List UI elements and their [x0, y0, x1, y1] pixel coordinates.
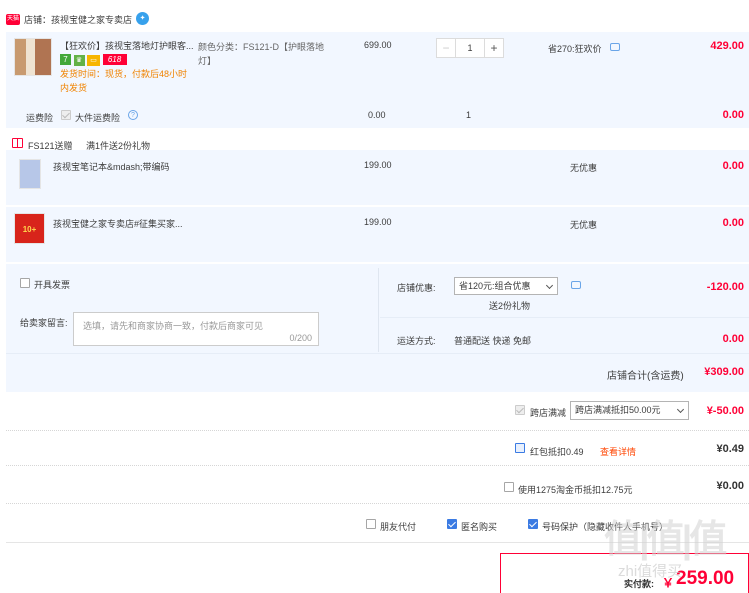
friend-pay-label: 朋友代付 [380, 522, 417, 532]
coins-label: 使用1275淘金币抵扣12.75元 [518, 485, 633, 495]
gift-row [6, 150, 749, 205]
badge-7-icon: 7 [60, 54, 71, 65]
insurance-qty: 1 [466, 110, 472, 120]
qty-minus-button[interactable]: − [436, 38, 456, 58]
shipping-value: 0.00 [722, 333, 744, 345]
pay-value: 259.00 [676, 568, 735, 589]
message-placeholder: 选填，请先和商家协商一致，付款后商家可见 [83, 321, 264, 331]
panel-bottom-divider [6, 353, 749, 354]
red-packet-label: 红包抵扣0.49 [530, 447, 584, 457]
gift-thumbnail-redpacket[interactable]: 10+ [14, 213, 45, 244]
gift-price: 199.00 [364, 160, 392, 170]
privacy-checkbox[interactable] [528, 519, 538, 529]
badge-618-icon: 618 [102, 54, 127, 65]
divider [6, 465, 749, 466]
divider [6, 503, 749, 504]
shipping-method: 普通配送 快递 免邮 [454, 336, 532, 346]
shop-total-label: 店铺合计(含运费) [607, 371, 684, 382]
gift-thumbnail-notebook[interactable] [19, 159, 41, 189]
shop-tag: 天猫 [6, 14, 20, 25]
insurance-checkbox[interactable] [61, 110, 71, 120]
insurance-option: 大件运费险 [75, 113, 121, 123]
saving-text: 省270:狂欢价 [548, 44, 602, 54]
shop-discount-value: -120.00 [706, 281, 744, 293]
qty-plus-button[interactable]: + [484, 38, 504, 58]
shop-discount-note: 送2份礼物 [489, 301, 531, 311]
message-count: 0/200 [289, 333, 312, 343]
insurance-label: 运费险 [26, 113, 54, 123]
cross-store-label: 跨店满减 [530, 408, 567, 418]
saving-chat-icon[interactable] [610, 43, 620, 51]
badge-crown-icon: ♛ [73, 55, 85, 66]
coins-checkbox[interactable] [504, 482, 514, 492]
gift-total: 0.00 [722, 217, 744, 229]
wangwang-chat-icon[interactable]: ✦ [136, 12, 149, 25]
shop-discount-label: 店铺优惠: [397, 283, 436, 293]
panel-divider [378, 268, 379, 352]
product-title-link[interactable]: 【狂欢价】孩视宝落地灯护眼客... [60, 40, 198, 52]
badge-card-icon: ▭ [87, 55, 101, 66]
ship-time-line1: 发货时间：现货，付款后48小时 [60, 69, 188, 79]
coins-value: ¥0.00 [716, 480, 744, 492]
cross-store-selected: 跨店满减抵扣50.00元 [575, 405, 661, 415]
promo-badges: 7 ♛ ▭ 618 [60, 54, 127, 66]
invoice-label: 开具发票 [34, 280, 71, 290]
shop-total-value: ¥309.00 [704, 366, 744, 378]
qty-input[interactable]: 1 [456, 38, 484, 58]
gift-price: 199.00 [364, 217, 392, 227]
discount-chat-icon[interactable] [571, 281, 581, 289]
shop-name-link[interactable]: 店铺：孩视宝健之家专卖店 [24, 14, 132, 26]
insurance-price: 0.00 [368, 110, 386, 120]
anonymous-label: 匿名购买 [461, 522, 498, 532]
item-total: 429.00 [710, 40, 744, 52]
gift-discount: 无优惠 [570, 220, 598, 230]
insurance-total: 0.00 [722, 109, 744, 121]
help-icon[interactable]: ? [128, 110, 138, 120]
gift-title-link[interactable]: 孩视宝健之家专卖店#征集买家... [53, 217, 183, 230]
chevron-down-icon [545, 281, 554, 290]
red-packet-checkbox[interactable] [515, 443, 525, 453]
divider [6, 430, 749, 431]
cross-store-value: ¥-50.00 [706, 405, 744, 417]
ship-time-line2: 内发货 [60, 83, 88, 93]
gift-icon [12, 138, 23, 148]
message-label: 给卖家留言: [20, 318, 68, 328]
gift-total: 0.00 [722, 160, 744, 172]
unit-price: 699.00 [364, 40, 392, 50]
gift-row [6, 207, 749, 262]
watermark-logo: 值|值|值 [604, 519, 727, 561]
cross-store-checkbox[interactable] [515, 405, 525, 415]
red-packet-details-link[interactable]: 查看详情 [600, 445, 636, 458]
shop-discount-select[interactable]: 省120元:组合优惠 [454, 277, 558, 295]
invoice-checkbox[interactable] [20, 278, 30, 288]
cross-store-select[interactable]: 跨店满减抵扣50.00元 [570, 401, 689, 420]
message-textarea[interactable]: 选填，请先和商家协商一致，付款后商家可见 0/200 [73, 312, 319, 346]
shop-discount-selected: 省120元:组合优惠 [459, 281, 531, 291]
sku-line1: 颜色分类：FS121-D【护眼落地 [198, 42, 325, 52]
gift-title-link[interactable]: 孩视宝笔记本&mdash;带编码 [53, 160, 170, 173]
gift-discount: 无优惠 [570, 163, 598, 173]
red-packet-value: ¥0.49 [716, 443, 744, 455]
anonymous-checkbox[interactable] [447, 519, 457, 529]
watermark-text: zhi值得买 [618, 563, 683, 580]
product-thumbnail[interactable] [14, 38, 52, 76]
chevron-down-icon [676, 405, 685, 414]
panel-hdivider [380, 317, 749, 318]
shipping-label: 运送方式: [397, 336, 436, 346]
friend-pay-checkbox[interactable] [366, 519, 376, 529]
sku-line2: 灯】 [198, 56, 217, 66]
